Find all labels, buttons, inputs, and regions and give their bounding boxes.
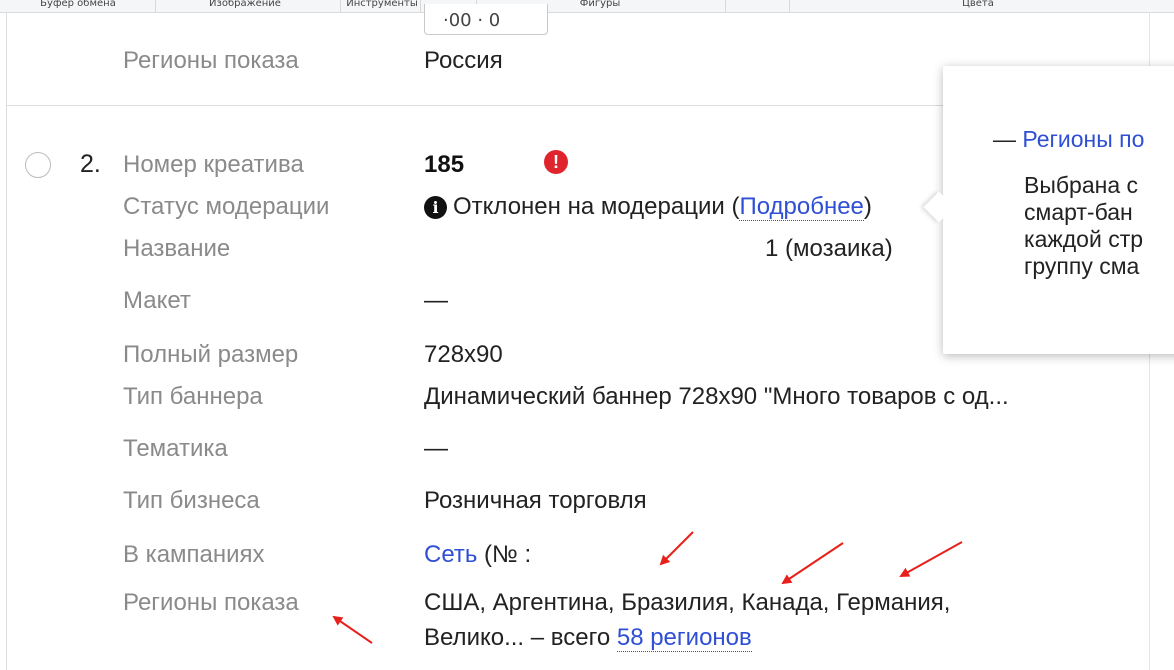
screenshot-root: Буфер обмена Изображение Инструменты Фиг… (0, 0, 1174, 670)
red-arrow-icon (899, 541, 963, 577)
annotation-arrows (332, 531, 963, 644)
red-arrow-icon (332, 615, 373, 644)
red-arrow-icon (659, 531, 694, 566)
red-arrow-icon (781, 542, 844, 585)
